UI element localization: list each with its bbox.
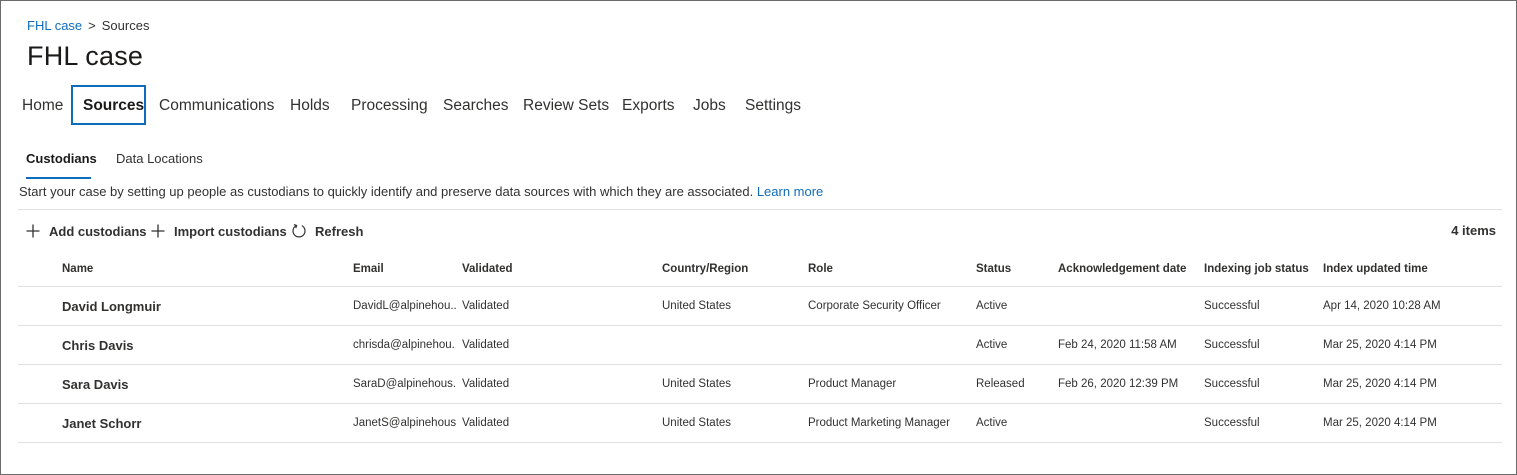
- custodian-status: Active: [976, 300, 1008, 312]
- custodian-country: United States: [662, 417, 732, 429]
- breadcrumb: FHL case > Sources: [27, 18, 149, 33]
- table-row[interactable]: Chris Davis chrisda@alpinehou... Validat…: [18, 326, 1502, 365]
- custodian-indexing-status: Successful: [1204, 300, 1260, 312]
- column-header-country[interactable]: Country/Region: [662, 251, 802, 286]
- custodian-country: United States: [662, 300, 732, 312]
- custodian-role: [808, 326, 968, 364]
- custodian-email: SaraD@alpinehous...: [353, 378, 456, 390]
- tab-holds[interactable]: Holds: [278, 85, 342, 125]
- breadcrumb-case-link[interactable]: FHL case: [27, 18, 82, 33]
- tab-exports[interactable]: Exports: [610, 85, 687, 125]
- item-count: 4 items: [1451, 223, 1496, 238]
- import-custodians-button[interactable]: Import custodians: [150, 219, 287, 243]
- plus-icon: [150, 223, 166, 239]
- custodian-index-updated-time: Mar 25, 2020 4:14 PM: [1323, 339, 1437, 351]
- subtab-data-locations[interactable]: Data Locations: [116, 149, 203, 179]
- custodian-validated: Validated: [462, 339, 510, 351]
- custodian-email: DavidL@alpinehou...: [353, 300, 456, 312]
- tab-processing[interactable]: Processing: [339, 85, 440, 125]
- custodian-status: Released: [976, 378, 1025, 390]
- plus-icon: [25, 223, 41, 239]
- custodian-index-updated-time: Mar 25, 2020 4:14 PM: [1323, 417, 1437, 429]
- custodian-acknowledgement-date: Feb 24, 2020 11:58 AM: [1058, 339, 1177, 351]
- custodian-email: chrisda@alpinehou...: [353, 339, 456, 351]
- refresh-icon: [291, 223, 307, 239]
- divider: [18, 209, 1502, 210]
- tab-communications[interactable]: Communications: [147, 85, 286, 125]
- intro-text-container: Start your case by setting up people as …: [19, 184, 823, 199]
- tab-settings[interactable]: Settings: [733, 85, 813, 125]
- import-custodians-label: Import custodians: [174, 223, 287, 239]
- page-frame: FHL case > Sources FHL case Home Sources…: [0, 0, 1517, 475]
- custodian-country: [662, 326, 802, 364]
- add-custodians-button[interactable]: Add custodians: [25, 219, 147, 243]
- custodian-acknowledgement-date: [1058, 404, 1198, 442]
- table-row[interactable]: Janet Schorr JanetS@alpinehous... Valida…: [18, 404, 1502, 443]
- custodian-acknowledgement-date: Feb 26, 2020 12:39 PM: [1058, 378, 1179, 390]
- tab-jobs[interactable]: Jobs: [681, 85, 738, 125]
- column-header-name[interactable]: Name: [62, 251, 332, 286]
- column-header-indexing-job-status[interactable]: Indexing job status: [1204, 251, 1319, 286]
- learn-more-link[interactable]: Learn more: [757, 184, 823, 199]
- custodian-validated: Validated: [462, 417, 510, 429]
- refresh-button[interactable]: Refresh: [291, 219, 363, 243]
- custodian-status: Active: [976, 339, 1008, 351]
- custodian-validated: Validated: [462, 378, 510, 390]
- toolbar: Add custodians Import custodians Refresh…: [1, 219, 1517, 243]
- custodian-index-updated-time: Mar 25, 2020 4:14 PM: [1323, 378, 1437, 390]
- page-title: FHL case: [27, 41, 144, 71]
- custodian-validated: Validated: [462, 300, 510, 312]
- refresh-label: Refresh: [315, 223, 364, 239]
- custodians-table: Name Email Validated Country/Region Role…: [18, 251, 1502, 443]
- tab-review-sets[interactable]: Review Sets: [511, 85, 621, 125]
- custodian-indexing-status: Successful: [1204, 339, 1260, 351]
- custodian-acknowledgement-date: [1058, 287, 1198, 325]
- tab-searches[interactable]: Searches: [431, 85, 520, 125]
- custodian-name[interactable]: David Longmuir: [62, 287, 332, 325]
- custodian-name[interactable]: Janet Schorr: [62, 404, 332, 442]
- custodian-email: JanetS@alpinehous...: [353, 417, 456, 429]
- column-header-status[interactable]: Status: [976, 251, 1051, 286]
- column-header-role[interactable]: Role: [808, 251, 968, 286]
- column-header-index-updated-time[interactable]: Index updated time: [1323, 251, 1498, 286]
- add-custodians-label: Add custodians: [49, 223, 147, 239]
- table-header-row: Name Email Validated Country/Region Role…: [18, 251, 1502, 287]
- column-header-email[interactable]: Email: [353, 251, 456, 286]
- custodian-index-updated-time: Apr 14, 2020 10:28 AM: [1323, 300, 1441, 312]
- custodian-indexing-status: Successful: [1204, 417, 1260, 429]
- custodian-name[interactable]: Chris Davis: [62, 326, 332, 364]
- tab-home[interactable]: Home: [10, 85, 75, 125]
- column-header-acknowledgement-date[interactable]: Acknowledgement date: [1058, 251, 1198, 286]
- custodian-role: Product Marketing Manager: [808, 417, 950, 429]
- column-header-validated[interactable]: Validated: [462, 251, 642, 286]
- custodian-indexing-status: Successful: [1204, 378, 1260, 390]
- custodian-role: Product Manager: [808, 378, 897, 390]
- breadcrumb-current: Sources: [101, 18, 150, 33]
- intro-text: Start your case by setting up people as …: [19, 184, 754, 199]
- custodian-status: Active: [976, 417, 1008, 429]
- breadcrumb-separator: >: [88, 18, 96, 33]
- table-row[interactable]: David Longmuir DavidL@alpinehou... Valid…: [18, 287, 1502, 326]
- tab-sources[interactable]: Sources: [71, 85, 146, 125]
- table-row[interactable]: Sara Davis SaraD@alpinehous... Validated…: [18, 365, 1502, 404]
- custodian-name[interactable]: Sara Davis: [62, 365, 332, 403]
- custodian-country: United States: [662, 378, 732, 390]
- subtab-custodians[interactable]: Custodians: [26, 149, 97, 179]
- custodian-role: Corporate Security Officer: [808, 300, 941, 312]
